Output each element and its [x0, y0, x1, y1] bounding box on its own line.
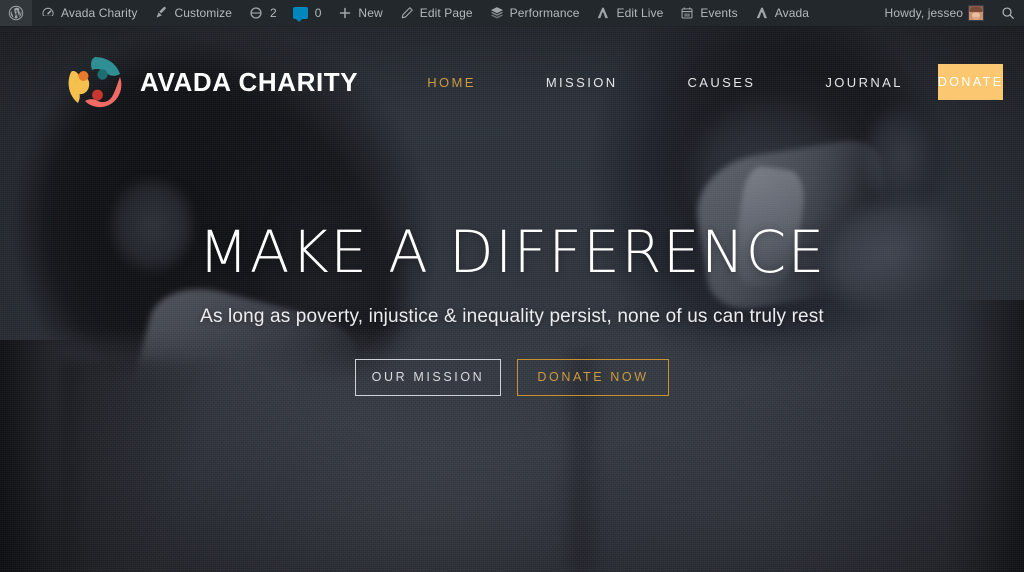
adminbar-spacer: [817, 0, 877, 26]
dashboard-icon: [40, 5, 56, 21]
adminbar-my-account[interactable]: Howdy, jesseo: [877, 0, 992, 26]
adminbar-comments[interactable]: 0: [285, 0, 330, 26]
adminbar-updates[interactable]: 2: [240, 0, 285, 26]
adminbar-events[interactable]: Events: [671, 0, 745, 26]
comments-count: 0: [314, 6, 322, 20]
site-header: AVADA CHARITY HOME MISSION CAUSES JOURNA…: [0, 26, 1024, 138]
wordpress-icon: [8, 5, 24, 21]
layers-icon: [489, 5, 505, 21]
nav-item-home[interactable]: HOME: [392, 75, 511, 90]
avada-icon: [595, 5, 611, 21]
primary-navigation: HOME MISSION CAUSES JOURNAL: [392, 75, 938, 90]
hero-cta-group: OUR MISSION DONATE NOW: [355, 358, 669, 396]
adminbar-avada-label: Avada: [774, 6, 810, 20]
pencil-icon: [399, 5, 415, 21]
adminbar-site-name-label: Avada Charity: [61, 6, 138, 20]
adminbar-performance-label: Performance: [509, 6, 580, 20]
calendar-icon: [679, 5, 695, 21]
donate-header-button[interactable]: DONATE: [937, 64, 1004, 100]
avada-icon: [754, 5, 770, 21]
comment-bubble-icon: [293, 5, 309, 22]
paintbrush-icon: [153, 5, 169, 21]
adminbar-edit-page[interactable]: Edit Page: [391, 0, 481, 26]
donate-now-button[interactable]: DONATE NOW: [517, 358, 669, 396]
adminbar-edit-live[interactable]: Edit Live: [587, 0, 671, 26]
nav-item-journal[interactable]: JOURNAL: [790, 75, 937, 90]
search-icon: [1000, 5, 1016, 21]
adminbar-edit-live-label: Edit Live: [616, 6, 664, 20]
adminbar-customize[interactable]: Customize: [145, 0, 240, 26]
comment-bubble-shape: [293, 7, 309, 22]
browser-page: AVADA CHARITY HOME MISSION CAUSES JOURNA…: [0, 0, 1024, 572]
updates-icon: [248, 5, 264, 21]
adminbar-customize-label: Customize: [174, 6, 233, 20]
adminbar-performance[interactable]: Performance: [481, 0, 588, 26]
user-avatar: [968, 5, 984, 21]
adminbar-site-name[interactable]: Avada Charity: [32, 0, 145, 26]
adminbar-edit-page-label: Edit Page: [419, 6, 473, 20]
plus-icon: [337, 5, 353, 21]
brand-title: AVADA CHARITY: [140, 67, 359, 97]
wp-admin-bar: Avada Charity Customize 2 0 New Edit Pag…: [0, 0, 1024, 26]
updates-count: 2: [270, 6, 277, 20]
adminbar-avada[interactable]: Avada: [746, 0, 817, 26]
adminbar-search[interactable]: [992, 0, 1024, 26]
nav-item-causes[interactable]: CAUSES: [653, 75, 791, 90]
adminbar-wordpress-logo[interactable]: [0, 0, 32, 26]
adminbar-new-label: New: [358, 6, 383, 20]
adminbar-new-content[interactable]: New: [329, 0, 390, 26]
adminbar-greeting: Howdy, jesseo: [884, 6, 963, 20]
avada-charity-logo: [68, 57, 122, 108]
brand-logo-link[interactable]: AVADA CHARITY: [66, 54, 358, 110]
adminbar-events-label: Events: [700, 6, 738, 20]
our-mission-button[interactable]: OUR MISSION: [355, 358, 501, 396]
nav-item-mission[interactable]: MISSION: [511, 75, 653, 90]
